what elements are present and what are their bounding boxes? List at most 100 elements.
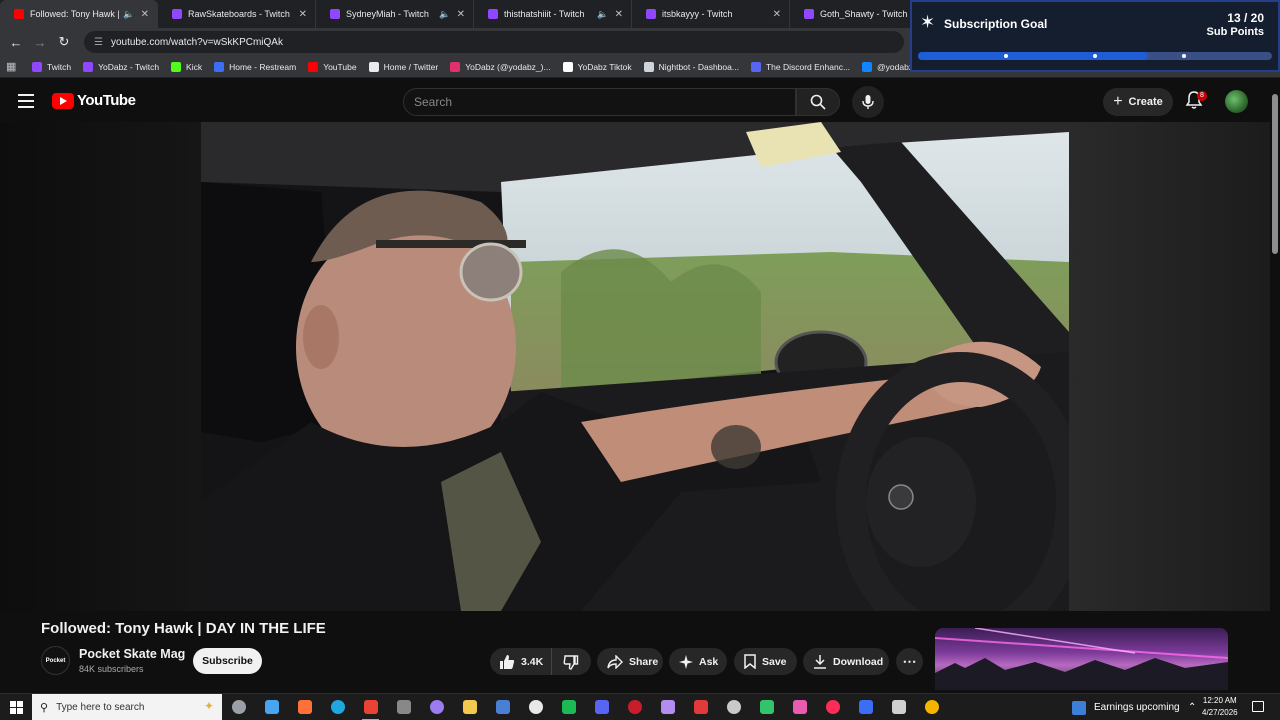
bookmark-label: YoDabz (@yodabz_)...	[465, 61, 551, 72]
close-tab-icon[interactable]: ✕	[773, 9, 781, 20]
taskbar-app-button[interactable]	[552, 694, 585, 720]
menu-hamburger-icon[interactable]	[18, 94, 34, 108]
chevron-up-icon: ⌃	[1188, 702, 1197, 713]
page-scrollbar[interactable]	[1270, 80, 1280, 696]
news-widget[interactable]: Earnings upcoming	[1072, 694, 1180, 720]
bookmark-item[interactable]: YoDabz (@yodabz_)...	[450, 61, 551, 72]
channel-avatar[interactable]: Pocket	[41, 646, 70, 675]
bookmark-favicon	[750, 61, 761, 72]
voice-search-button[interactable]	[852, 86, 884, 118]
taskbar-app-button[interactable]	[618, 694, 651, 720]
subscription-goal-widget: ✶ Subscription Goal 13 / 20 Sub Points	[910, 0, 1280, 72]
recommended-video-thumbnail[interactable]	[935, 628, 1228, 690]
taskbar-app-button[interactable]	[354, 694, 387, 720]
dislike-button[interactable]	[552, 654, 590, 670]
taskbar-app-button[interactable]	[255, 694, 288, 720]
scrollbar-thumb[interactable]	[1272, 94, 1278, 254]
taskbar-app-button[interactable]	[717, 694, 750, 720]
tab-title: RawSkateboards - Twitch	[188, 9, 290, 19]
taskbar-app-button[interactable]	[750, 694, 783, 720]
taskbar-app-button[interactable]	[684, 694, 717, 720]
close-tab-icon[interactable]: ✕	[457, 9, 465, 20]
like-button[interactable]: 3.4K	[490, 648, 552, 675]
browser-tab[interactable]: itsbkayyy - Twitch ✕	[632, 0, 790, 28]
close-tab-icon[interactable]: ✕	[615, 9, 623, 20]
taskbar-app-button[interactable]	[816, 694, 849, 720]
apps-grid-icon[interactable]: ▦	[6, 60, 24, 73]
download-label: Download	[833, 655, 884, 668]
ambient-right	[1069, 122, 1270, 611]
bookmark-item[interactable]: Twitch	[32, 61, 71, 72]
search-input[interactable]: Search	[403, 88, 796, 116]
taskbar-app-button[interactable]	[321, 694, 354, 720]
bookmark-item[interactable]: Home / Twitter	[368, 61, 438, 72]
speaker-icon[interactable]: 🔈	[123, 9, 134, 20]
speaker-icon[interactable]: 🔈	[439, 9, 450, 20]
create-button[interactable]: + Create	[1103, 88, 1173, 116]
bookmark-item[interactable]: Home - Restream	[214, 61, 296, 72]
news-text: Earnings upcoming	[1094, 702, 1180, 713]
browser-tab[interactable]: SydneyMiah - Twitch 🔈 ✕	[316, 0, 474, 28]
taskbar-app-button[interactable]	[783, 694, 816, 720]
forward-button[interactable]: →	[28, 35, 52, 50]
taskbar-app-button[interactable]	[387, 694, 420, 720]
account-avatar[interactable]	[1225, 90, 1248, 113]
back-button[interactable]: ←	[4, 35, 28, 50]
save-button[interactable]: Save	[734, 648, 797, 675]
browser-tab[interactable]: thisthatshiiit - Twitch 🔈 ✕	[474, 0, 632, 28]
browser-tab[interactable]: Followed: Tony Hawk | DAY🔈 ✕	[0, 0, 158, 28]
taskbar-app-button[interactable]	[420, 694, 453, 720]
site-settings-icon[interactable]: ☰	[94, 37, 103, 48]
tray-overflow-button[interactable]: ⌃	[1188, 694, 1196, 720]
bookmark-favicon	[83, 61, 94, 72]
search-button[interactable]	[796, 88, 840, 116]
youtube-icon	[14, 9, 24, 19]
more-actions-button[interactable]: ⋯	[896, 648, 923, 675]
video-frame[interactable]	[201, 122, 1069, 611]
bookmark-item[interactable]: YoDabz Tiktok	[562, 61, 632, 72]
download-button[interactable]: Download	[803, 648, 889, 675]
taskbar-app-button[interactable]	[915, 694, 948, 720]
bookmark-item[interactable]: The Discord Enhanc...	[750, 61, 850, 72]
tab-title: thisthatshiiit - Twitch	[504, 9, 585, 19]
news-icon	[1072, 700, 1086, 715]
close-tab-icon[interactable]: ✕	[299, 9, 307, 20]
taskbar-app-button[interactable]	[519, 694, 552, 720]
speaker-icon[interactable]: 🔈	[597, 9, 608, 20]
channel-avatar-logo: Pocket	[45, 657, 66, 664]
notification-center-icon[interactable]	[1252, 701, 1264, 712]
close-tab-icon[interactable]: ✕	[141, 9, 149, 20]
taskbar-search-input[interactable]: ⚲ Type here to search ✦	[32, 693, 222, 720]
taskbar-app-button[interactable]	[222, 694, 255, 720]
ask-button[interactable]: Ask	[669, 648, 727, 675]
youtube-logo[interactable]: YouTube	[52, 92, 136, 109]
taskbar-app-button[interactable]	[453, 694, 486, 720]
taskbar-app-button[interactable]	[585, 694, 618, 720]
bookmark-favicon	[562, 61, 573, 72]
bookmark-item[interactable]: YoDabz - Twitch	[83, 61, 159, 72]
taskbar-app-button[interactable]	[288, 694, 321, 720]
chrome-icon	[363, 700, 378, 714]
channel-name[interactable]: Pocket Skate Mag	[79, 647, 185, 661]
bookmark-item[interactable]: Nightbot - Dashboa...	[643, 61, 739, 72]
browser-tab[interactable]: RawSkateboards - Twitch ✕	[158, 0, 316, 28]
share-button[interactable]: Share	[597, 648, 663, 675]
taskbar-app-button[interactable]	[651, 694, 684, 720]
taskbar-app-button[interactable]	[486, 694, 519, 720]
bookmark-item[interactable]: Kick	[171, 61, 202, 72]
clock[interactable]: 12:20 AM 4/27/2026	[1202, 695, 1238, 719]
ps-remote-icon	[858, 700, 873, 714]
start-button[interactable]	[0, 700, 32, 714]
subscribe-button[interactable]: Subscribe	[193, 648, 262, 674]
more-dots-icon: ⋯	[902, 653, 917, 669]
bookmark-item[interactable]: YouTube	[308, 61, 357, 72]
address-bar[interactable]: ☰ youtube.com/watch?v=wSkKPCmiQAk	[84, 31, 904, 53]
reload-button[interactable]: ↻	[52, 34, 76, 50]
video-player[interactable]	[0, 122, 1270, 611]
bookmark-label: YoDabz Tiktok	[577, 61, 632, 72]
taskbar-app-button[interactable]	[882, 694, 915, 720]
taskbar-app-button[interactable]	[849, 694, 882, 720]
search-icon	[810, 94, 826, 110]
sparkle-icon	[679, 654, 693, 669]
rockstar-icon	[693, 700, 708, 714]
